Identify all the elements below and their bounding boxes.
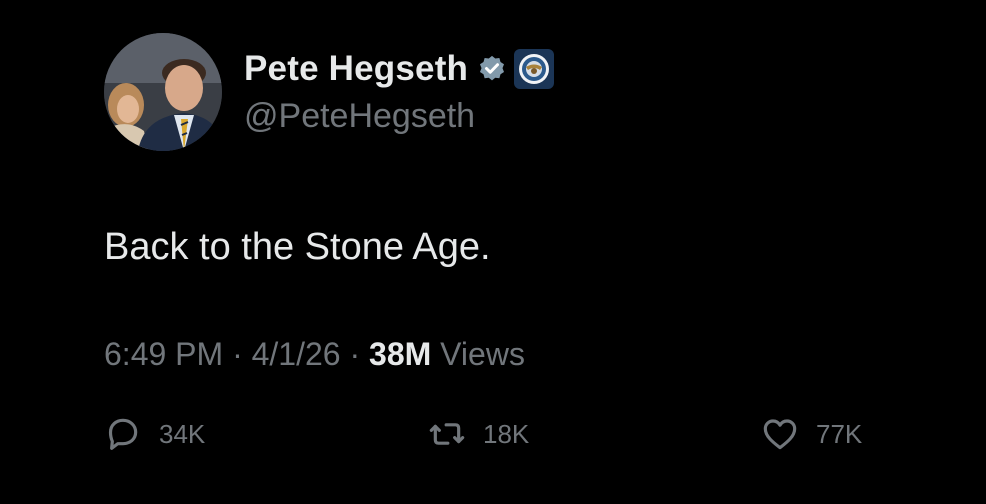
author-name-row: Pete Hegseth: [244, 46, 555, 92]
reply-button[interactable]: 34K: [103, 414, 205, 454]
repost-icon: [427, 414, 467, 454]
tweet-text: Back to the Stone Age.: [104, 226, 491, 268]
tweet-card: Pete Hegseth @PeteHegseth Back to the St…: [0, 0, 986, 504]
tweet-time[interactable]: 6:49 PM: [104, 336, 223, 372]
views-label[interactable]: Views: [440, 336, 525, 372]
heart-icon: [760, 414, 800, 454]
repost-count: 18K: [483, 419, 530, 449]
avatar[interactable]: [104, 33, 222, 151]
meta-separator: ·: [349, 336, 370, 372]
profile-photo: [104, 33, 222, 151]
tweet-date[interactable]: 4/1/26: [252, 336, 341, 372]
repost-button[interactable]: 18K: [427, 414, 529, 454]
meta-separator: ·: [232, 336, 252, 372]
views-count[interactable]: 38M: [369, 336, 431, 372]
tweet-meta: 6:49 PM · 4/1/26 · 38M Views: [104, 333, 525, 375]
verified-badge-icon[interactable]: [477, 54, 507, 84]
reply-count: 34K: [159, 419, 206, 449]
reply-icon: [103, 414, 143, 454]
author-handle[interactable]: @PeteHegseth: [244, 95, 475, 137]
department-seal-icon[interactable]: [514, 49, 555, 89]
like-count: 77K: [816, 419, 863, 449]
author-display-name[interactable]: Pete Hegseth: [244, 46, 468, 92]
like-button[interactable]: 77K: [760, 414, 862, 454]
